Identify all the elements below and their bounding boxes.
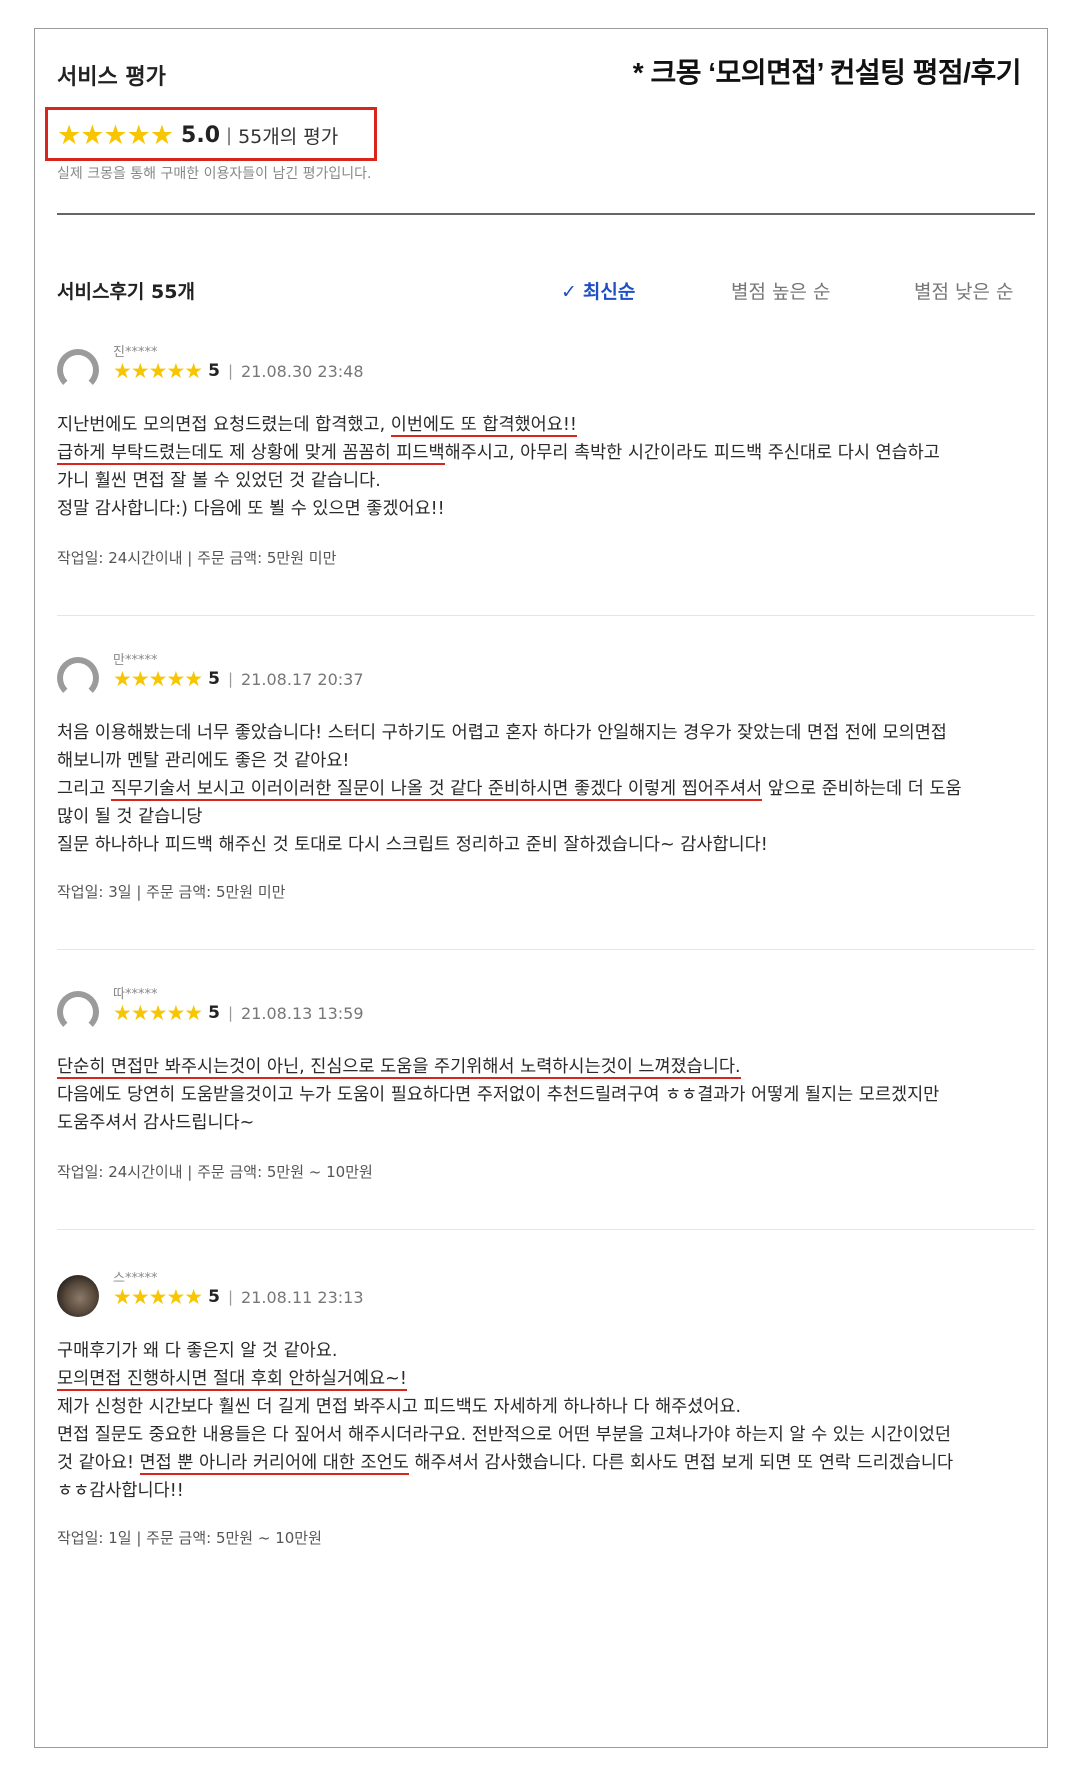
review-text-segment: 구매후기가 왜 다 좋은지 알 것 같아요. — [57, 1341, 338, 1361]
rating-count: 55개의 평가 — [238, 125, 339, 148]
avatar — [57, 991, 99, 1033]
review-rating: ★★★★★ 5 | 21.08.13 13:59 — [113, 1001, 364, 1025]
review-rating: ★★★★★ 5 | 21.08.30 23:48 — [113, 359, 364, 383]
review-line: 가니 훨씬 면접 잘 볼 수 있었던 것 같습니다. — [57, 467, 1041, 495]
review-text-highlight: 직무기술서 보시고 이러이러한 질문이 나올 것 같다 준비하시면 좋겠다 이렇… — [110, 779, 763, 801]
review-line: 단순히 면접만 봐주시는것이 아닌, 진심으로 도움을 주기위해서 노력하시는것… — [57, 1053, 1041, 1081]
review-text-segment: ㅎㅎ감사합니다!! — [57, 1481, 184, 1501]
review-date: 21.08.11 23:13 — [241, 1287, 364, 1307]
review-date: 21.08.13 13:59 — [241, 1003, 364, 1023]
review-line: 모의면접 진행하시면 절대 후회 안하실거예요~! — [57, 1365, 1041, 1393]
review-line: 정말 감사합니다:) 다음에 또 뵐 수 있으면 좋겠어요!! — [57, 495, 1041, 523]
review-panel: 서비스 평가 * 크몽 ‘모의면접’ 컨설팅 평점/후기 ★★★★★ 5.0 |… — [34, 28, 1048, 1748]
review-text-segment: 앞으로 준비하는데 더 도움 — [762, 779, 962, 799]
review-divider — [57, 949, 1035, 950]
review-text-segment: 가니 훨씬 면접 잘 볼 수 있었던 것 같습니다. — [57, 471, 381, 491]
review-line: 다음에도 당연히 도움받을것이고 누가 도움이 필요하다면 주저없이 추천드릴려… — [57, 1081, 1041, 1109]
rating-note: 실제 크몽을 통해 구매한 이용자들이 남긴 평가입니다. — [57, 166, 372, 182]
review-score: 5 — [208, 1003, 220, 1023]
sort-rating-low-tab[interactable]: 별점 낮은 순 — [914, 277, 1013, 304]
review-line: 많이 될 것 같습니당 — [57, 803, 1041, 831]
review-line: 면접 질문도 중요한 내용들은 다 짚어서 해주시더라구요. 전반적으로 어떤 … — [57, 1421, 1041, 1449]
review-line: 질문 하나하나 피드백 해주신 것 토대로 다시 스크립트 정리하고 준비 잘하… — [57, 831, 1041, 859]
review-text-segment: 해주시고, 아무리 촉박한 시간이라도 피드백 주신대로 다시 연습하고 — [444, 443, 940, 463]
review-meta: 작업일: 24시간이내 | 주문 금액: 5만원 미만 — [57, 549, 337, 567]
review-text-segment: 처음 이용해봤는데 너무 좋았습니다! 스터디 구하기도 어렵고 혼자 하다가 … — [57, 723, 947, 743]
star-rating-icon: ★★★★★ — [113, 667, 203, 691]
review-meta: 작업일: 3일 | 주문 금액: 5만원 미만 — [57, 883, 286, 901]
review-text-segment: 면접 질문도 중요한 내용들은 다 짚어서 해주시더라구요. 전반적으로 어떤 … — [57, 1425, 952, 1445]
review-text: 단순히 면접만 봐주시는것이 아닌, 진심으로 도움을 주기위해서 노력하시는것… — [57, 1053, 1041, 1137]
review-text-segment: 해주셔서 감사했습니다. 다른 회사도 면접 보게 되면 또 연락 드리겠습니다 — [408, 1453, 954, 1473]
review-text-segment: 지난번에도 모의면접 요청드렸는데 합격했고, — [57, 415, 391, 435]
review-text-highlight: 모의면접 진행하시면 절대 후회 안하실거예요~! — [57, 1369, 407, 1391]
avatar — [57, 1275, 99, 1317]
review-text-segment: 정말 감사합니다:) 다음에 또 뵐 수 있으면 좋겠어요!! — [57, 499, 445, 519]
avatar — [57, 349, 99, 391]
star-rating-icon: ★★★★★ — [57, 119, 174, 151]
review-separator: | — [227, 362, 234, 380]
sort-rating-high-tab[interactable]: 별점 높은 순 — [731, 277, 830, 304]
review-text-segment: 것 같아요! — [57, 1453, 140, 1473]
review-score: 5 — [208, 669, 220, 689]
reviews-count: 서비스후기 55개 — [57, 281, 195, 303]
review-rating: ★★★★★ 5 | 21.08.17 20:37 — [113, 667, 364, 691]
rating-score: 5.0 — [181, 122, 221, 148]
review-text-segment: 질문 하나하나 피드백 해주신 것 토대로 다시 스크립트 정리하고 준비 잘하… — [57, 835, 768, 855]
review-rating: ★★★★★ 5 | 21.08.11 23:13 — [113, 1285, 364, 1309]
review-line: 해보니까 멘탈 관리에도 좋은 것 같아요! — [57, 747, 1041, 775]
review-line: ㅎㅎ감사합니다!! — [57, 1477, 1041, 1505]
review-line: 제가 신청한 시간보다 훨씬 더 길게 면접 봐주시고 피드백도 자세하게 하나… — [57, 1393, 1041, 1421]
review-line: 지난번에도 모의면접 요청드렸는데 합격했고, 이번에도 또 합격했어요!! — [57, 411, 1041, 439]
review-username: 스***** — [113, 1271, 158, 1286]
review-line: 것 같아요! 면접 뿐 아니라 커리어에 대한 조언도 해주셔서 감사했습니다.… — [57, 1449, 1041, 1477]
review-text: 구매후기가 왜 다 좋은지 알 것 같아요. 모의면접 진행하시면 절대 후회 … — [57, 1337, 1041, 1505]
review-text-highlight: 면접 뿐 아니라 커리어에 대한 조언도 — [139, 1453, 409, 1475]
review-divider — [57, 1229, 1035, 1230]
review-divider — [57, 615, 1035, 616]
sort-label: 최신순 — [582, 281, 636, 303]
review-date: 21.08.30 23:48 — [241, 361, 364, 381]
review-line: 처음 이용해봤는데 너무 좋았습니다! 스터디 구하기도 어렵고 혼자 하다가 … — [57, 719, 1041, 747]
review-text-highlight: 급하게 부탁드렸는데도 제 상황에 맞게 꼼꼼히 피드백 — [57, 443, 445, 465]
section-divider — [57, 213, 1035, 215]
review-text: 지난번에도 모의면접 요청드렸는데 합격했고, 이번에도 또 합격했어요!! 급… — [57, 411, 1041, 523]
sort-latest-tab[interactable]: ✓ 최신순 — [561, 277, 635, 304]
review-line: 구매후기가 왜 다 좋은지 알 것 같아요. — [57, 1337, 1041, 1365]
review-separator: | — [227, 670, 234, 688]
review-text-segment: 그리고 — [57, 779, 111, 799]
review-score: 5 — [208, 1287, 220, 1307]
star-rating-icon: ★★★★★ — [113, 1285, 203, 1309]
review-username: 진***** — [113, 345, 158, 360]
check-icon: ✓ — [561, 281, 577, 303]
overall-rating: ★★★★★ 5.0 | 55개의 평가 — [57, 119, 338, 151]
review-text-segment: 다음에도 당연히 도움받을것이고 누가 도움이 필요하다면 주저없이 추천드릴려… — [57, 1085, 940, 1105]
review-line: 그리고 직무기술서 보시고 이러이러한 질문이 나올 것 같다 준비하시면 좋겠… — [57, 775, 1041, 803]
star-rating-icon: ★★★★★ — [113, 359, 203, 383]
review-username: 만***** — [113, 653, 158, 668]
review-separator: | — [227, 1288, 234, 1306]
image-caption: * 크몽 ‘모의면접’ 컨설팅 평점/후기 — [632, 57, 1022, 88]
review-score: 5 — [208, 361, 220, 381]
rating-separator: | — [226, 124, 233, 146]
review-text-segment: 제가 신청한 시간보다 훨씬 더 길게 면접 봐주시고 피드백도 자세하게 하나… — [57, 1397, 742, 1417]
review-text-highlight: 이번에도 또 합격했어요!! — [390, 415, 577, 437]
review-text-highlight: 단순히 면접만 봐주시는것이 아닌, 진심으로 도움을 주기위해서 노력하시는것… — [57, 1057, 741, 1079]
star-rating-icon: ★★★★★ — [113, 1001, 203, 1025]
review-username: 따***** — [113, 987, 158, 1002]
review-separator: | — [227, 1004, 234, 1022]
review-date: 21.08.17 20:37 — [241, 669, 364, 689]
review-text-segment: 많이 될 것 같습니당 — [57, 807, 203, 827]
review-meta: 작업일: 1일 | 주문 금액: 5만원 ~ 10만원 — [57, 1529, 322, 1547]
review-text: 처음 이용해봤는데 너무 좋았습니다! 스터디 구하기도 어렵고 혼자 하다가 … — [57, 719, 1041, 859]
avatar — [57, 657, 99, 699]
review-line: 도움주셔서 감사드립니다~ — [57, 1109, 1041, 1137]
review-meta: 작업일: 24시간이내 | 주문 금액: 5만원 ~ 10만원 — [57, 1163, 373, 1181]
review-line: 급하게 부탁드렸는데도 제 상황에 맞게 꼼꼼히 피드백해주시고, 아무리 촉박… — [57, 439, 1041, 467]
review-text-segment: 해보니까 멘탈 관리에도 좋은 것 같아요! — [57, 751, 350, 771]
service-rating-title: 서비스 평가 — [57, 65, 166, 90]
review-text-segment: 도움주셔서 감사드립니다~ — [57, 1113, 255, 1133]
reviews-header: 서비스후기 55개 ✓ 최신순 별점 높은 순 별점 낮은 순 — [57, 277, 1041, 307]
